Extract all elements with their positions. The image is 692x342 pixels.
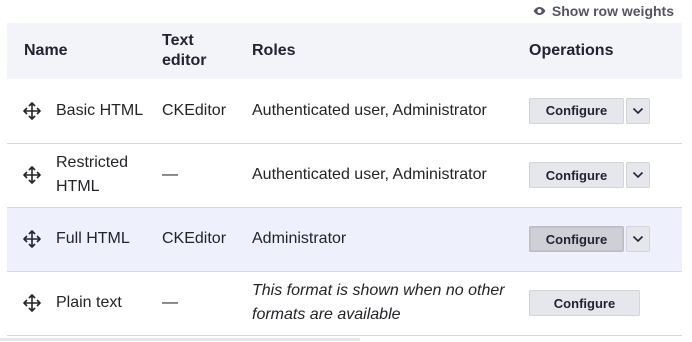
drag-handle-icon[interactable] [22,101,42,121]
show-row-weights-toggle[interactable]: Show row weights [533,2,674,20]
configure-button[interactable]: Configure [529,162,624,188]
format-name: Restricted HTML [56,154,129,195]
format-name: Basic HTML [56,101,144,119]
drag-handle-icon[interactable] [22,229,42,249]
operations-cell: Configure [529,271,682,335]
chevron-down-icon [632,107,644,114]
operations-dropdown-toggle[interactable] [626,226,650,252]
horizontal-scrollbar[interactable] [0,338,360,341]
text-editor-cell: — [162,294,178,311]
text-editor-cell: CKEditor [162,230,227,247]
name-cell: Full HTML [7,207,162,271]
eye-icon [533,7,546,15]
name-cell: Plain text [7,271,162,335]
table-row: Basic HTML CKEditor Authenticated user, … [7,79,682,143]
format-name: Plain text [56,294,122,311]
roles-cell: This format is shown when no other forma… [252,282,505,323]
column-header-roles: Roles [252,42,296,59]
configure-button[interactable]: Configure [529,97,624,124]
column-header-operations: Operations [529,42,614,59]
configure-button[interactable]: Configure [529,226,624,252]
chevron-down-icon [632,235,644,243]
text-formats-table: Name Text editor Roles Operations Basic … [7,23,682,336]
table-row: Restricted HTML — Authenticated user, Ad… [7,143,682,207]
operations-cell: Configure [529,207,682,271]
format-name: Full HTML [56,230,130,247]
text-editor-cell: CKEditor [162,101,227,119]
name-cell: Restricted HTML [7,143,162,207]
chevron-down-icon [632,171,644,179]
operations-dropdown-toggle[interactable] [626,97,650,124]
operations-cell: Configure [529,143,682,207]
operations-cell: Configure [529,79,682,143]
drag-handle-icon[interactable] [22,293,42,313]
operations-dropdown-toggle[interactable] [626,162,650,188]
column-header-name: Name [24,42,68,59]
name-cell: Basic HTML [7,79,162,143]
show-row-weights-label: Show row weights [551,3,674,19]
roles-cell: Administrator [252,230,347,247]
roles-cell: Authenticated user, Administrator [252,101,487,119]
drag-handle-icon[interactable] [22,165,42,185]
table-row: Full HTML CKEditor Administrator Configu… [7,207,682,271]
table-row: Plain text — This format is shown when n… [7,271,682,335]
table-header-row: Name Text editor Roles Operations [7,23,682,79]
roles-cell: Authenticated user, Administrator [252,166,487,183]
column-header-text-editor: Text editor [162,32,207,69]
configure-button[interactable]: Configure [529,290,640,316]
text-editor-cell: — [162,166,178,183]
